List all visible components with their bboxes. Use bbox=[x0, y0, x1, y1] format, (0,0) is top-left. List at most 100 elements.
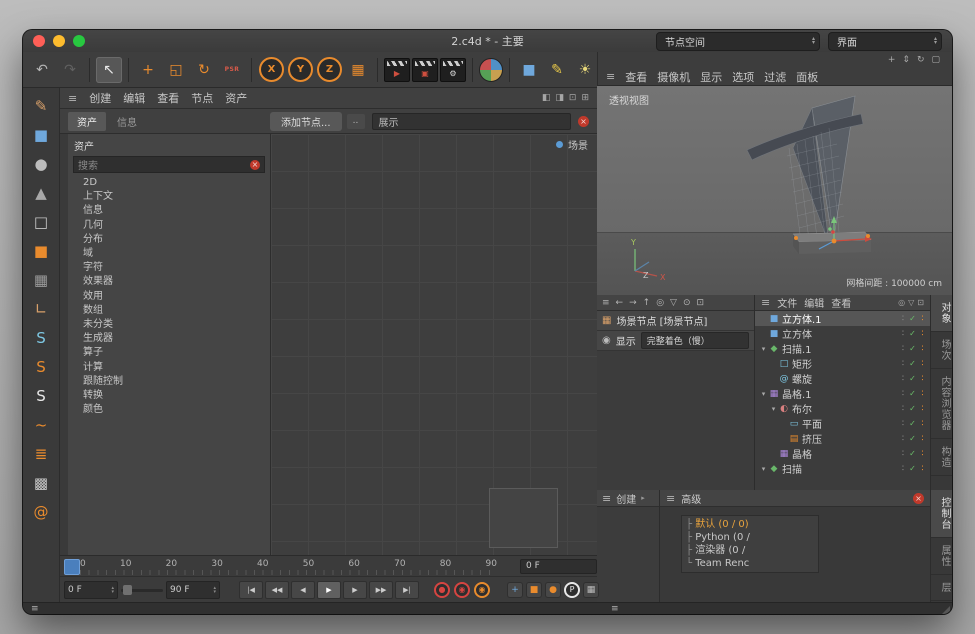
expand-toggle-icon[interactable] bbox=[759, 345, 768, 353]
toolbar-separator[interactable] bbox=[89, 58, 90, 82]
new-panel-icon[interactable]: ⊞ bbox=[581, 93, 589, 103]
console-category-item[interactable]: 默认 (0 / 0) bbox=[686, 518, 814, 531]
key-scale-button[interactable]: ■ bbox=[526, 582, 542, 598]
display-mode-select[interactable]: 完整着色（慢） bbox=[641, 332, 749, 349]
render-view-icon[interactable]: ▶ bbox=[384, 58, 410, 82]
asset-category-item[interactable]: 跟随控制 bbox=[68, 375, 270, 389]
menu-item[interactable]: 编辑 bbox=[123, 90, 145, 106]
toolbar-separator[interactable] bbox=[472, 58, 473, 82]
object-row[interactable]: □ 矩形 ∶ ✓ ∶ bbox=[755, 356, 930, 371]
range-end-field[interactable]: 90 F ▴▾ bbox=[166, 581, 220, 599]
model-pen-icon[interactable]: ✎ bbox=[28, 92, 55, 119]
ruler-icon[interactable]: ∟ bbox=[28, 295, 55, 322]
key-position-button[interactable]: + bbox=[507, 582, 523, 598]
asset-category-item[interactable]: 分布 bbox=[68, 233, 270, 247]
enable-check-icon[interactable]: ✓ bbox=[907, 449, 918, 458]
menu-item[interactable]: 过滤 bbox=[764, 69, 786, 85]
asset-category-item[interactable]: 效用 bbox=[68, 290, 270, 304]
record-objects-button[interactable]: ◉ bbox=[454, 582, 470, 598]
menu-icon[interactable]: ≡ bbox=[602, 492, 611, 505]
next-key-button[interactable]: ▶▶ bbox=[369, 581, 393, 599]
visibility-dots-icon[interactable]: ∶ bbox=[899, 374, 907, 384]
goto-end-button[interactable]: ▶| bbox=[395, 581, 419, 599]
visibility-dots-icon[interactable]: ∶ bbox=[899, 359, 907, 369]
minimize-button[interactable] bbox=[53, 35, 65, 47]
layer-dots-icon[interactable]: ∶ bbox=[918, 404, 927, 414]
layer-dots-icon[interactable]: ∶ bbox=[918, 344, 927, 354]
console-category-item[interactable]: Python (0 / bbox=[686, 531, 814, 544]
asset-category-item[interactable]: 转换 bbox=[68, 389, 270, 403]
filter-icon[interactable]: ▽ bbox=[670, 298, 677, 308]
visibility-dots-icon[interactable]: ∶ bbox=[899, 434, 907, 444]
move-icon[interactable]: + bbox=[135, 57, 161, 83]
visibility-dots-icon[interactable]: ∶ bbox=[899, 464, 907, 474]
layer-dots-icon[interactable]: ∶ bbox=[918, 464, 927, 474]
perspective-viewport[interactable]: Y X Z 透视视图 网格间距 : 100000 cm bbox=[597, 86, 952, 295]
console-category-item[interactable]: 渲染器 (0 / bbox=[686, 544, 814, 557]
dolly-viewport-icon[interactable]: ⇕ bbox=[902, 55, 910, 65]
rotate-viewport-icon[interactable]: ↻ bbox=[917, 55, 925, 65]
object-row[interactable]: ◆ 扫描 ∶ ✓ ∶ bbox=[755, 461, 930, 476]
psr-icon[interactable]: PSR bbox=[219, 57, 245, 83]
layer-dots-icon[interactable]: ∶ bbox=[918, 329, 927, 339]
enable-check-icon[interactable]: ✓ bbox=[907, 374, 918, 383]
more-button[interactable]: .. bbox=[347, 114, 365, 129]
menu-item[interactable]: 创建 bbox=[89, 90, 111, 106]
toolbar-separator[interactable] bbox=[509, 58, 510, 82]
menu-item[interactable]: 显示 bbox=[700, 69, 722, 85]
stepper-icon[interactable]: ▴▾ bbox=[213, 586, 216, 594]
light-tool-icon[interactable]: ☀ bbox=[572, 57, 598, 83]
enable-check-icon[interactable]: ✓ bbox=[907, 314, 918, 323]
asset-category-item[interactable]: 上下文 bbox=[68, 190, 270, 204]
swirl-orange-icon[interactable]: @ bbox=[28, 498, 55, 525]
panel-tab[interactable]: 信息 bbox=[108, 112, 146, 131]
enable-check-icon[interactable]: ✓ bbox=[907, 434, 918, 443]
dock-tab[interactable]: 属性 bbox=[931, 538, 952, 575]
menu-icon[interactable]: ≡ bbox=[761, 296, 770, 309]
enable-check-icon[interactable]: ✓ bbox=[907, 344, 918, 353]
timeline-ruler[interactable]: 0102030405060708090 0 F bbox=[60, 555, 597, 577]
redo-icon[interactable]: ↷ bbox=[57, 57, 83, 83]
asset-category-item[interactable]: 颜色 bbox=[68, 403, 270, 417]
object-row[interactable]: ▦ 晶格.1 ∶ ✓ ∶ bbox=[755, 386, 930, 401]
clear-filter-icon[interactable]: × bbox=[578, 116, 589, 127]
object-row[interactable]: ◆ 扫描.1 ∶ ✓ ∶ bbox=[755, 341, 930, 356]
rotate-icon[interactable]: ↻ bbox=[191, 57, 217, 83]
settings-icon[interactable]: ⊡ bbox=[697, 298, 705, 308]
layer-dots-icon[interactable]: ∶ bbox=[918, 449, 927, 459]
asset-category-item[interactable]: 几何 bbox=[68, 219, 270, 233]
interface-select[interactable]: 界面 ▴▾ bbox=[828, 32, 942, 51]
cube-tool-icon[interactable]: ■ bbox=[516, 57, 542, 83]
layer-dots-icon[interactable]: ∶ bbox=[918, 359, 927, 369]
range-start-field[interactable]: 0 F ▴▾ bbox=[64, 581, 118, 599]
spline-blue-icon[interactable]: S bbox=[28, 324, 55, 351]
hook-orange-icon[interactable]: ~ bbox=[28, 411, 55, 438]
viewport-label[interactable]: 透视视图 bbox=[609, 92, 649, 107]
dock-tab[interactable]: 对象 bbox=[931, 295, 952, 332]
expand-toggle-icon[interactable] bbox=[769, 405, 778, 413]
render-picture-viewer-icon[interactable]: ▣ bbox=[412, 58, 438, 82]
visibility-dots-icon[interactable]: ∶ bbox=[899, 389, 907, 399]
expand-toggle-icon[interactable] bbox=[759, 465, 768, 473]
enable-check-icon[interactable]: ✓ bbox=[907, 359, 918, 368]
visibility-dots-icon[interactable]: ∶ bbox=[899, 314, 907, 324]
prev-key-button[interactable]: ◀◀ bbox=[265, 581, 289, 599]
menu-item[interactable]: 摄像机 bbox=[657, 69, 690, 85]
tab-advanced[interactable]: 高级 bbox=[681, 491, 701, 506]
cube-blue-icon[interactable]: ■ bbox=[28, 121, 55, 148]
workplane-icon[interactable]: ▦ bbox=[345, 57, 371, 83]
asset-category-item[interactable]: 生成器 bbox=[68, 332, 270, 346]
x-axis-lock-icon[interactable]: X bbox=[259, 57, 284, 82]
menu-item[interactable]: 选项 bbox=[732, 69, 754, 85]
key-matrix-button[interactable]: ▦ bbox=[583, 582, 599, 598]
object-row[interactable]: ▦ 晶格 ∶ ✓ ∶ bbox=[755, 446, 930, 461]
key-parameter-button[interactable]: P bbox=[564, 582, 580, 598]
filter-icon[interactable]: ▽ bbox=[908, 298, 914, 307]
visibility-dots-icon[interactable]: ∶ bbox=[899, 419, 907, 429]
menu-icon[interactable]: ≡ bbox=[606, 70, 615, 83]
enable-check-icon[interactable]: ✓ bbox=[907, 464, 918, 473]
object-row[interactable]: ◐ 布尔 ∶ ✓ ∶ bbox=[755, 401, 930, 416]
zoom-button[interactable] bbox=[73, 35, 85, 47]
asset-category-item[interactable]: 数组 bbox=[68, 304, 270, 318]
layer-dots-icon[interactable]: ∶ bbox=[918, 314, 927, 324]
